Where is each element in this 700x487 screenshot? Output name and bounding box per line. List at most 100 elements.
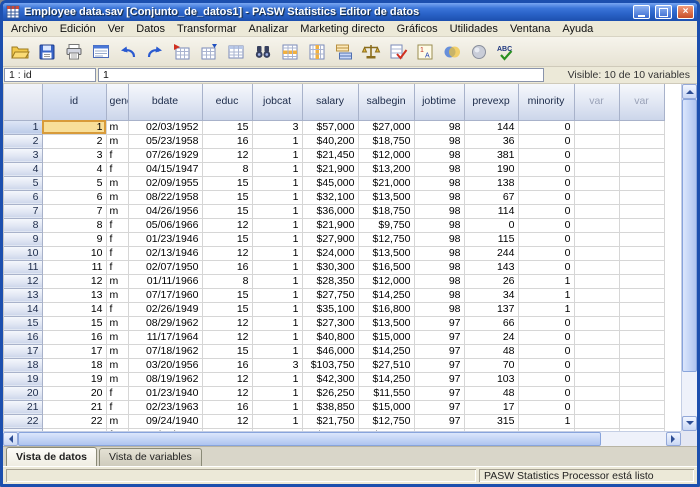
cell[interactable]: 05/23/1958 xyxy=(128,134,202,148)
cell[interactable]: $36,000 xyxy=(302,204,358,218)
undo-icon[interactable] xyxy=(115,39,141,65)
cell[interactable]: 0 xyxy=(518,120,574,134)
cell[interactable]: 26 xyxy=(464,274,518,288)
row-number[interactable]: 4 xyxy=(4,162,42,176)
cell[interactable]: 0 xyxy=(518,190,574,204)
cell[interactable]: 12 xyxy=(202,148,252,162)
cell-empty[interactable] xyxy=(619,400,664,414)
cell[interactable]: $15,000 xyxy=(358,330,414,344)
tab-variable-view[interactable]: Vista de variables xyxy=(99,448,202,466)
cell[interactable]: m xyxy=(106,274,128,288)
horizontal-scrollbar[interactable] xyxy=(3,431,681,446)
cell-empty[interactable] xyxy=(619,162,664,176)
cell[interactable]: 98 xyxy=(414,162,464,176)
cell[interactable]: $27,750 xyxy=(302,288,358,302)
cell[interactable]: f xyxy=(106,400,128,414)
cell-empty[interactable] xyxy=(574,120,619,134)
row-number[interactable]: 7 xyxy=(4,204,42,218)
cell-empty[interactable] xyxy=(619,204,664,218)
cell[interactable]: 97 xyxy=(414,386,464,400)
cell[interactable]: $12,000 xyxy=(358,274,414,288)
cell[interactable]: f xyxy=(106,148,128,162)
cell[interactable]: 1 xyxy=(252,190,302,204)
tab-data-view[interactable]: Vista de datos xyxy=(6,447,97,466)
cell[interactable]: f xyxy=(106,218,128,232)
row-number[interactable]: 21 xyxy=(4,400,42,414)
cell-empty[interactable] xyxy=(619,344,664,358)
cell[interactable]: 12 xyxy=(202,386,252,400)
cell[interactable]: 48 xyxy=(464,386,518,400)
cell[interactable]: 98 xyxy=(414,190,464,204)
cell[interactable]: 08/22/1958 xyxy=(128,190,202,204)
cell[interactable]: 3 xyxy=(42,148,106,162)
cell[interactable]: m xyxy=(106,344,128,358)
cell[interactable]: 98 xyxy=(414,274,464,288)
cell[interactable]: 16 xyxy=(202,400,252,414)
row-number[interactable]: 11 xyxy=(4,260,42,274)
cell[interactable]: $13,500 xyxy=(358,316,414,330)
cell-empty[interactable] xyxy=(619,120,664,134)
cell[interactable]: 66 xyxy=(464,316,518,330)
horizontal-scroll-thumb[interactable] xyxy=(18,432,601,446)
cell[interactable]: 1 xyxy=(252,148,302,162)
cell[interactable]: 16 xyxy=(202,134,252,148)
cell[interactable]: 08/29/1962 xyxy=(128,316,202,330)
row-number[interactable]: 6 xyxy=(4,190,42,204)
cell-empty[interactable] xyxy=(574,302,619,316)
cell[interactable]: 02/26/1949 xyxy=(128,302,202,316)
cell-empty[interactable] xyxy=(619,288,664,302)
cell[interactable]: 1 xyxy=(252,134,302,148)
cell[interactable]: 98 xyxy=(414,260,464,274)
cell[interactable]: m xyxy=(106,316,128,330)
cell-empty[interactable] xyxy=(574,162,619,176)
cell-empty[interactable] xyxy=(574,386,619,400)
menu-utilidades[interactable]: Utilidades xyxy=(444,22,504,36)
cell[interactable]: 10 xyxy=(42,246,106,260)
cell[interactable]: 17 xyxy=(464,400,518,414)
cell-empty[interactable] xyxy=(574,176,619,190)
cell[interactable]: 01/23/1940 xyxy=(128,386,202,400)
weight-cases-icon[interactable] xyxy=(358,39,384,65)
cell-empty[interactable] xyxy=(619,316,664,330)
cell[interactable]: $14,250 xyxy=(358,288,414,302)
cell-empty[interactable] xyxy=(619,358,664,372)
cell[interactable]: 16 xyxy=(202,260,252,274)
cell[interactable]: $18,750 xyxy=(358,134,414,148)
menu-analizar[interactable]: Analizar xyxy=(243,22,295,36)
cell[interactable]: 1 xyxy=(252,400,302,414)
cell[interactable]: 190 xyxy=(464,162,518,176)
cell[interactable]: 1 xyxy=(252,260,302,274)
cell[interactable]: 3 xyxy=(252,358,302,372)
cell[interactable]: 143 xyxy=(464,260,518,274)
cell[interactable]: 07/26/1929 xyxy=(128,148,202,162)
cell[interactable]: 244 xyxy=(464,246,518,260)
cell[interactable]: 12 xyxy=(202,330,252,344)
cell[interactable]: 16 xyxy=(42,330,106,344)
cell[interactable]: 34 xyxy=(464,288,518,302)
spell-check-icon[interactable]: ABC xyxy=(493,39,519,65)
cell[interactable]: f xyxy=(106,260,128,274)
scroll-down-arrow[interactable] xyxy=(682,416,697,431)
goto-variable-icon[interactable] xyxy=(196,39,222,65)
cell[interactable]: $45,000 xyxy=(302,176,358,190)
cell[interactable]: f xyxy=(106,246,128,260)
cell[interactable]: 12 xyxy=(202,218,252,232)
cell[interactable]: m xyxy=(106,204,128,218)
cell[interactable]: 1 xyxy=(518,288,574,302)
cell[interactable]: 381 xyxy=(464,148,518,162)
cell[interactable]: $35,100 xyxy=(302,302,358,316)
cell[interactable]: $40,200 xyxy=(302,134,358,148)
row-number[interactable]: 8 xyxy=(4,218,42,232)
column-header-jobcat[interactable]: jobcat xyxy=(252,84,302,120)
cell[interactable]: 1 xyxy=(252,176,302,190)
cell-empty[interactable] xyxy=(574,190,619,204)
row-number[interactable]: 17 xyxy=(4,344,42,358)
cell-empty[interactable] xyxy=(619,372,664,386)
cell-empty[interactable] xyxy=(619,330,664,344)
cell-empty[interactable] xyxy=(574,288,619,302)
cell[interactable]: 15 xyxy=(202,120,252,134)
cell[interactable]: 97 xyxy=(414,330,464,344)
cell[interactable]: 1 xyxy=(252,414,302,428)
cell-empty[interactable] xyxy=(574,274,619,288)
cell[interactable]: 20 xyxy=(42,386,106,400)
